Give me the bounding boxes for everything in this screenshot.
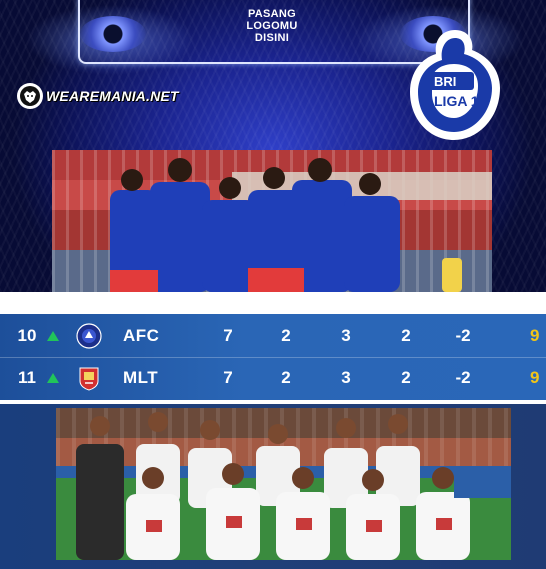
players-lineup-illustration <box>76 412 511 560</box>
players-huddle-illustration <box>110 158 462 292</box>
liga-1-text: LIGA 1 <box>434 93 479 109</box>
site-watermark: WEAREMANIA.NET <box>16 83 179 109</box>
standings-row: 11 MLT 7 2 3 2 -2 9 <box>0 360 546 396</box>
logo-placeholder-text: PASANG LOGOMU DISINI <box>222 8 322 44</box>
malut-badge-icon <box>79 367 99 391</box>
header-banner: PASANG LOGOMU DISINI WEAREMANIA.NET BRI … <box>0 0 546 292</box>
news-graphic: PASANG LOGOMU DISINI WEAREMANIA.NET BRI … <box>0 0 546 569</box>
trend-up-icon <box>47 331 59 341</box>
standings-table: 10 AFC 7 2 3 2 -2 9 11 MLT 7 2 3 2 -2 9 <box>0 314 546 400</box>
rank-value: 10 <box>17 326 37 345</box>
team-name: MLT <box>123 368 159 387</box>
lost-value: 2 <box>401 368 411 387</box>
played-value: 7 <box>223 326 233 345</box>
team-name: AFC <box>123 326 160 345</box>
watermark-text: WEAREMANIA.NET <box>46 88 179 104</box>
points-value: 9 <box>530 368 540 387</box>
won-value: 2 <box>281 368 291 387</box>
row-divider <box>0 357 546 358</box>
drawn-value: 3 <box>341 326 351 345</box>
placeholder-line-2: LOGOMU <box>246 20 298 32</box>
team-lineup-photo <box>56 408 511 560</box>
bri-text: BRI <box>434 74 456 89</box>
trend-up-icon <box>47 373 59 383</box>
placeholder-line-3: DISINI <box>254 32 290 44</box>
bri-liga-1-logo: BRI LIGA 1 <box>410 30 500 140</box>
rank-value: 11 <box>18 368 36 387</box>
goal-difference-value: -2 <box>455 326 471 345</box>
lion-head-icon <box>17 83 43 109</box>
arema-badge-icon <box>76 323 102 349</box>
lost-value: 2 <box>401 326 411 345</box>
standings-row: 10 AFC 7 2 3 2 -2 9 <box>0 318 546 354</box>
drawn-value: 3 <box>341 368 351 387</box>
team-huddle-photo <box>52 150 492 292</box>
won-value: 2 <box>281 326 291 345</box>
points-value: 9 <box>530 326 540 345</box>
played-value: 7 <box>223 368 233 387</box>
placeholder-line-1: PASANG <box>247 8 297 20</box>
goal-difference-value: -2 <box>455 368 471 387</box>
